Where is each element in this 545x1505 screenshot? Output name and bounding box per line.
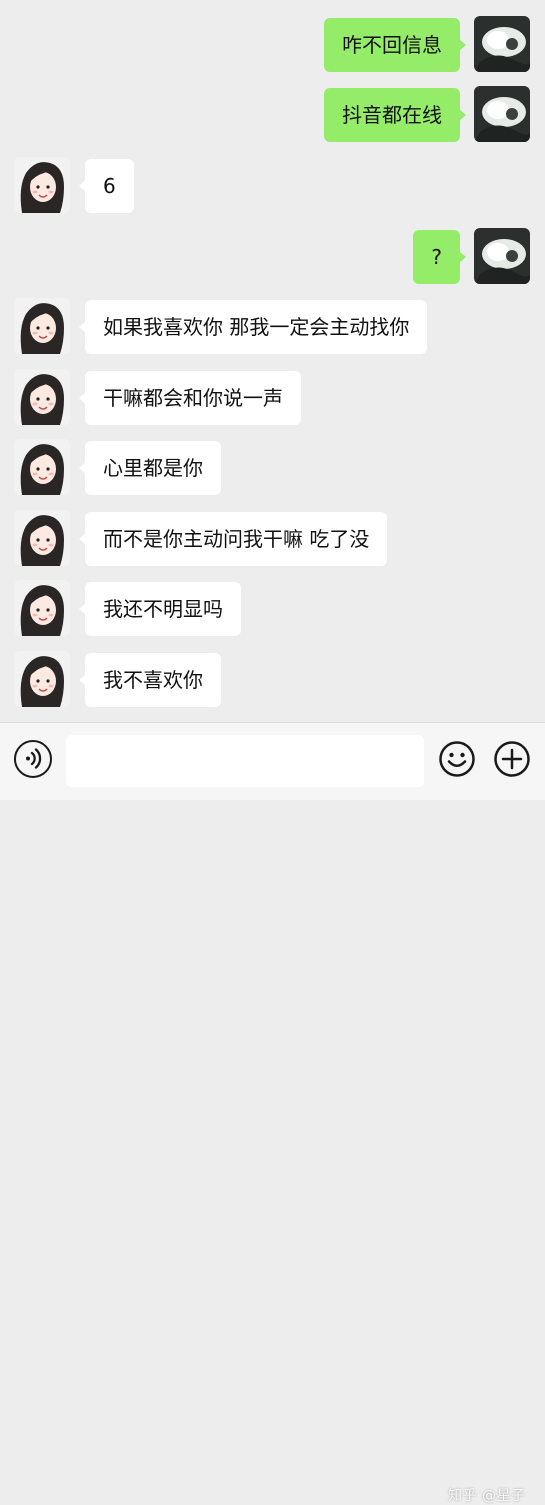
message-row-sent: ? [0,228,545,284]
emoji-icon [438,740,476,778]
message-bubble-sent[interactable]: ? [413,230,466,284]
message-row-sent: 抖音都在线 [0,86,545,142]
message-row-received: 干嘛都会和你说一声 [0,369,545,425]
avatar-self[interactable] [474,228,530,284]
avatar-self[interactable] [474,86,530,142]
avatar-contact[interactable] [14,157,70,213]
message-bubble-sent[interactable]: 咋不回信息 [324,18,466,72]
message-row-received: 6 [0,157,545,213]
message-row-received: 我不喜欢你 [0,651,545,707]
message-row-received: 心里都是你 [0,439,545,495]
input-bar: 知乎 @星子 [0,722,545,1504]
avatar-contact[interactable] [14,298,70,354]
avatar-contact[interactable] [14,439,70,495]
message-row-received: 如果我喜欢你 那我一定会主动找你 [0,298,545,354]
message-bubble-received[interactable]: 我还不明显吗 [79,582,241,636]
message-row-sent: 咋不回信息 [0,16,545,72]
message-bubble-received[interactable]: 而不是你主动问我干嘛 吃了没 [78,512,388,566]
avatar-contact[interactable] [14,651,70,707]
message-input[interactable] [66,735,424,787]
emoji-button[interactable] [438,740,476,778]
watermark: 知乎 @星子 [448,1488,526,1504]
message-bubble-received[interactable]: 6 [79,159,134,213]
more-button[interactable] [493,740,531,778]
message-row-received: 而不是你主动问我干嘛 吃了没 [0,510,545,566]
chat-area[interactable]: 咋不回信息 抖音都在线 6 ? 如果我喜欢你 那我一定会主动找你 干嘛都会和你说… [0,0,545,722]
message-bubble-sent[interactable]: 抖音都在线 [324,88,466,142]
message-bubble-received[interactable]: 干嘛都会和你说一声 [79,371,301,425]
avatar-self[interactable] [474,16,530,72]
voice-button[interactable] [14,740,52,778]
message-bubble-received[interactable]: 如果我喜欢你 那我一定会主动找你 [78,300,428,354]
avatar-contact[interactable] [14,369,70,425]
message-row-received: 我还不明显吗 [0,580,545,636]
avatar-contact[interactable] [14,510,70,566]
message-bubble-received[interactable]: 心里都是你 [79,441,221,495]
message-bubble-received[interactable]: 我不喜欢你 [79,653,221,707]
voice-icon [16,742,50,775]
plus-icon [493,740,531,778]
avatar-contact[interactable] [14,580,70,636]
